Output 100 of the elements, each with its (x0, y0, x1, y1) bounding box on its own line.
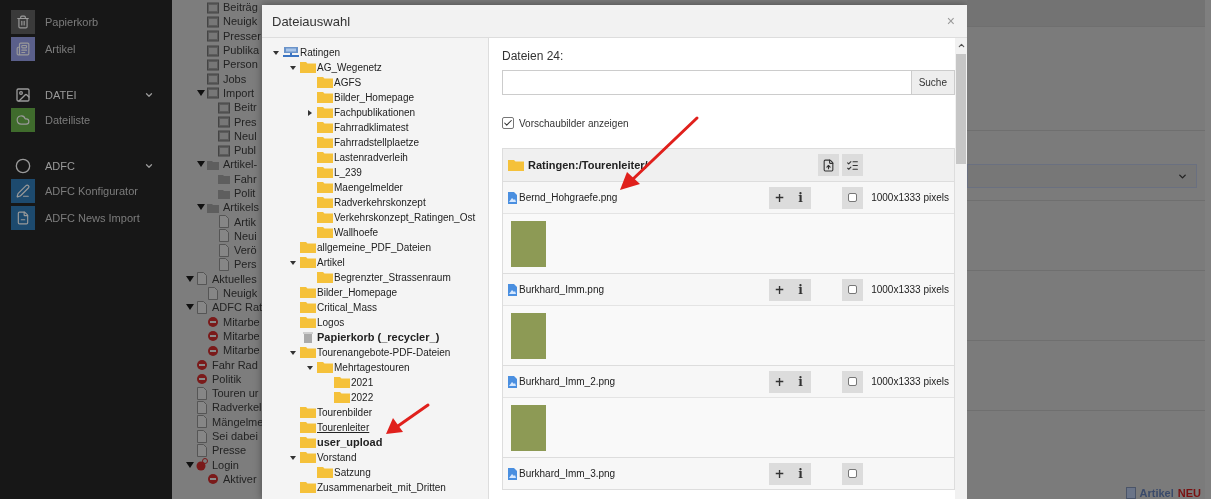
page-tree-item[interactable]: Verö (172, 243, 262, 258)
page-tree-item[interactable]: Beitr (172, 100, 262, 115)
page-tree-item[interactable]: Jobs (172, 71, 262, 86)
collapsed-caret-icon[interactable] (307, 109, 313, 116)
folder-link[interactable]: allgemeine_PDF_Dateien (316, 240, 431, 255)
page-tree-item[interactable]: ADFC Rat (172, 300, 262, 315)
folder-link[interactable]: Mehrtagestouren (333, 360, 410, 375)
expanded-caret-icon[interactable] (290, 349, 296, 356)
folder-link[interactable]: Tourenangebote-PDF-Dateien (316, 345, 451, 360)
folder-link[interactable]: Ratingen (299, 45, 341, 60)
expand-triangle-icon[interactable] (186, 274, 194, 283)
folder-link[interactable]: Fahrradklimatest (333, 120, 409, 135)
page-tree-item[interactable]: Artik (172, 214, 262, 229)
page-tree-item[interactable]: Pres (172, 114, 262, 129)
dropdown-field[interactable] (967, 164, 1197, 188)
sidebar-item[interactable]: Papierkorb (0, 10, 172, 34)
folder-link[interactable]: Bilder_Homepage (333, 90, 415, 105)
select-button[interactable] (842, 370, 863, 393)
folder-link[interactable]: Lastenradverleih (333, 150, 408, 165)
folder-link[interactable]: user_upload (316, 435, 383, 450)
expanded-caret-icon[interactable] (290, 259, 296, 266)
page-tree-item[interactable]: Politik (172, 371, 262, 386)
select-button[interactable] (842, 278, 863, 301)
page-tree-item[interactable]: Mitarbe (172, 343, 262, 358)
folder-link[interactable]: Logos (316, 315, 345, 330)
folder-link[interactable]: Bilder_Homepage (316, 285, 398, 300)
page-tree-item[interactable]: Mängelme (172, 414, 262, 429)
select-all-button[interactable] (842, 154, 863, 176)
file-link[interactable]: Burkhard_Imm_3.png (508, 467, 769, 480)
page-tree-item[interactable]: Presser (172, 28, 262, 43)
folder-link[interactable]: Radverkehrskonzept (333, 195, 426, 210)
scrollbar-thumb[interactable] (956, 54, 966, 164)
page-tree-item[interactable]: Beiträg (172, 0, 262, 15)
page-tree-item[interactable]: Publ (172, 142, 262, 158)
folder-link[interactable]: Maengelmelder (333, 180, 403, 195)
add-button[interactable]: + (769, 462, 790, 485)
info-button[interactable]: i (790, 462, 811, 485)
add-button[interactable]: + (769, 278, 790, 301)
expanded-caret-icon[interactable] (307, 364, 313, 371)
thumbnail-toggle[interactable]: Vorschaubilder anzeigen (502, 117, 955, 129)
add-button[interactable]: + (769, 186, 790, 209)
upload-file-button[interactable] (818, 154, 839, 176)
page-tree-item[interactable]: Neul (172, 128, 262, 143)
checkbox[interactable] (502, 117, 514, 129)
file-link[interactable]: Bernd_Hohgraefe.png (508, 191, 769, 204)
page-tree-item[interactable]: Aktuelles (172, 271, 262, 286)
expand-triangle-icon[interactable] (197, 203, 205, 212)
folder-link[interactable]: Artikel (316, 255, 345, 270)
page-tree-item[interactable]: Import (172, 85, 262, 101)
page-tree-item[interactable]: Touren ur (172, 386, 262, 401)
checkbox[interactable] (848, 377, 857, 386)
page-tree-item[interactable]: Polit (172, 185, 262, 201)
folder-link[interactable]: L_239 (333, 165, 362, 180)
page-tree-item[interactable]: Presse (172, 443, 262, 458)
info-button[interactable]: i (790, 278, 811, 301)
folder-link[interactable]: Tourenbilder (316, 405, 373, 420)
page-tree-item[interactable]: Neui (172, 228, 262, 244)
expand-triangle-icon[interactable] (186, 460, 194, 469)
add-button[interactable]: + (769, 370, 790, 393)
page-tree-item[interactable]: Login (172, 457, 262, 472)
checkbox[interactable] (848, 469, 857, 478)
info-button[interactable]: i (790, 370, 811, 393)
expand-triangle-icon[interactable] (186, 303, 194, 312)
page-tree-item[interactable]: Sei dabei (172, 428, 262, 444)
sidebar-item[interactable]: Dateiliste (0, 108, 172, 132)
folder-link[interactable]: Papierkorb (_recycler_) (316, 330, 440, 345)
folder-link[interactable]: Fachpublikationen (333, 105, 416, 120)
file-link[interactable]: Burkhard_Imm.png (508, 283, 769, 296)
folder-link[interactable]: Zusammenarbeit_mit_Dritten (316, 480, 446, 495)
expanded-caret-icon[interactable] (290, 454, 296, 461)
file-link[interactable]: Burkhard_Imm_2.png (508, 375, 769, 388)
info-button[interactable]: i (790, 186, 811, 209)
sidebar-item[interactable]: ADFC Konfigurator (0, 179, 172, 203)
sidebar-item[interactable]: Artikel (0, 37, 172, 61)
folder-link[interactable]: Wallhoefe (333, 225, 379, 240)
folder-link[interactable]: 2021 (350, 375, 374, 390)
page-tree-item[interactable]: Artikels (172, 200, 262, 215)
search-field[interactable] (502, 70, 911, 95)
select-button[interactable] (842, 462, 863, 485)
expand-triangle-icon[interactable] (197, 88, 205, 97)
expanded-caret-icon[interactable] (290, 64, 296, 71)
page-tree-item[interactable]: Neuigk (172, 285, 262, 301)
folder-link[interactable]: Tourenleiter (316, 420, 370, 435)
sidebar-section[interactable]: ADFC (0, 155, 172, 177)
checkbox[interactable] (848, 285, 857, 294)
sidebar-section[interactable]: DATEI (0, 84, 172, 106)
scroll-up-icon[interactable] (956, 41, 966, 50)
page-tree-item[interactable]: Artikel- (172, 157, 262, 172)
folder-link[interactable]: Fahrradstellplaetze (333, 135, 420, 150)
page-tree-item[interactable]: Mitarbe (172, 328, 262, 344)
folder-link[interactable]: Satzung (333, 465, 371, 480)
folder-link[interactable]: Vorstand (316, 450, 357, 465)
page-tree-item[interactable]: Person (172, 57, 262, 72)
scrollbar[interactable] (955, 38, 967, 499)
select-button[interactable] (842, 186, 863, 209)
page-tree-item[interactable]: Mitarbe (172, 314, 262, 329)
folder-link[interactable]: Critical_Mass (316, 300, 377, 315)
folder-link[interactable]: AGFS (333, 75, 362, 90)
folder-link[interactable]: 2022 (350, 390, 374, 405)
page-tree-item[interactable]: Publika (172, 42, 262, 58)
